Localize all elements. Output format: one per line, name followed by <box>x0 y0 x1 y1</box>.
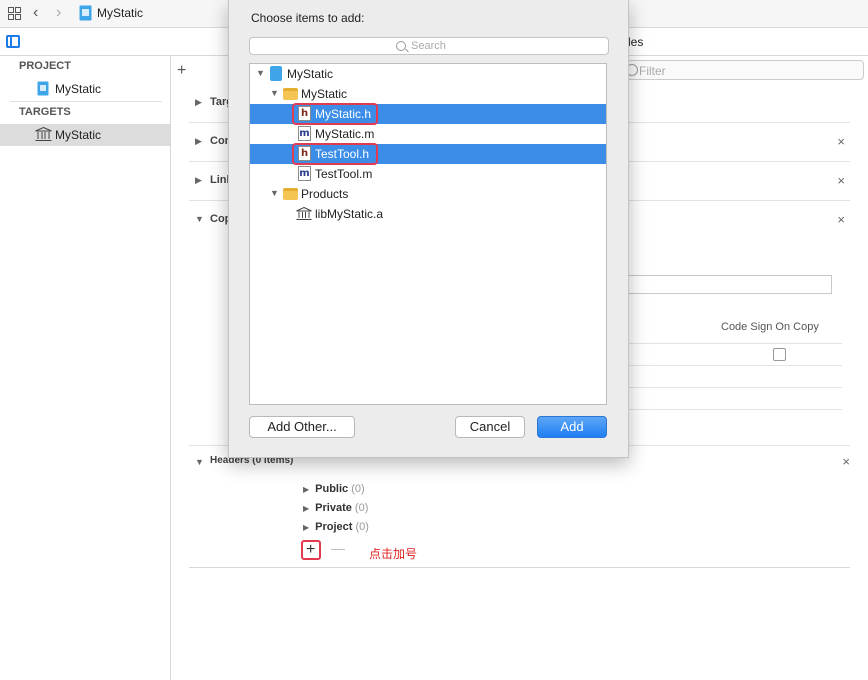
annotation-text: 点击加号 <box>369 547 418 561</box>
search-icon <box>396 41 406 51</box>
tree-row-project[interactable]: ▼ MyStatic <box>250 64 606 84</box>
headers-project[interactable]: ▶ Project (0) <box>303 521 369 533</box>
divider <box>10 101 162 102</box>
search-placeholder: Search <box>411 40 446 52</box>
add-header-button[interactable]: + <box>301 540 321 560</box>
project-file-icon <box>37 81 49 96</box>
folder-icon <box>283 188 298 200</box>
disclosure-down-icon[interactable]: ▼ <box>195 214 204 224</box>
close-icon[interactable]: × <box>842 454 850 469</box>
tree-row-file[interactable]: m MyStatic.m <box>250 124 606 144</box>
project-section-header: PROJECT <box>19 60 71 72</box>
tree-row-label: MyStatic <box>301 87 348 101</box>
disclosure-right-icon[interactable]: ▶ <box>303 523 309 532</box>
plus-icon: + <box>306 541 316 558</box>
library-icon <box>35 127 52 141</box>
disclosure-right-icon[interactable]: ▶ <box>195 136 202 147</box>
add-other-button[interactable]: Add Other... <box>249 416 355 438</box>
disclosure-down-icon[interactable]: ▼ <box>270 188 279 198</box>
disclosure-down-icon[interactable]: ▼ <box>256 68 265 78</box>
tree-row-label: MyStatic.m <box>315 127 375 141</box>
dialog-title: Choose items to add: <box>251 11 365 25</box>
divider <box>627 409 842 410</box>
search-input[interactable]: Search <box>249 37 609 55</box>
close-icon[interactable]: × <box>837 134 845 149</box>
filter-placeholder: Filter <box>639 64 666 78</box>
disclosure-right-icon[interactable]: ▶ <box>303 504 309 513</box>
grid-icon[interactable] <box>8 7 21 20</box>
disclosure-right-icon[interactable]: ▶ <box>195 175 202 186</box>
tree-row-label: TestTool.m <box>315 167 373 181</box>
cancel-button[interactable]: Cancel <box>455 416 525 438</box>
project-file-icon <box>270 66 282 81</box>
disclosure-right-icon[interactable]: ▶ <box>195 97 202 108</box>
disclosure-down-icon[interactable]: ▼ <box>270 88 279 98</box>
highlight-box <box>292 143 378 165</box>
headers-public[interactable]: ▶ Public (0) <box>303 483 365 495</box>
divider <box>627 343 842 344</box>
divider <box>627 387 842 388</box>
highlight-box <box>292 103 378 125</box>
sidebar-item-project[interactable]: MyStatic <box>0 78 170 100</box>
tree-row-group[interactable]: ▼ Products <box>250 184 606 204</box>
disclosure-right-icon[interactable]: ▶ <box>303 485 309 494</box>
project-sidebar: PROJECT MyStatic TARGETS MyStatic <box>0 56 171 680</box>
library-icon <box>296 207 312 220</box>
tab-partial[interactable]: les <box>628 35 643 49</box>
divider <box>189 567 850 568</box>
sidebar-item-target[interactable]: MyStatic <box>0 124 170 146</box>
tree-row-label: libMyStatic.a <box>315 207 384 221</box>
window-title: MyStatic <box>97 6 144 20</box>
sidebar-item-label: MyStatic <box>55 82 102 96</box>
source-file-icon: m <box>298 126 311 141</box>
file-tree: ▼ MyStatic ▼ MyStatic h MyStatic.h m MyS… <box>249 63 607 405</box>
add-button[interactable]: Add <box>537 416 607 438</box>
disclosure-down-icon[interactable]: ▼ <box>195 457 204 467</box>
tree-row-file[interactable]: libMyStatic.a <box>250 204 606 224</box>
divider <box>627 365 842 366</box>
headers-private[interactable]: ▶ Private (0) <box>303 502 368 514</box>
code-sign-column-header: Code Sign On Copy <box>721 321 819 333</box>
subpath-input[interactable] <box>627 275 832 294</box>
remove-header-button[interactable]: — <box>331 540 345 556</box>
add-phase-icon[interactable]: + <box>177 62 186 80</box>
filter-field[interactable]: Filter <box>622 60 864 80</box>
close-icon[interactable]: × <box>837 173 845 188</box>
close-icon[interactable]: × <box>837 212 845 227</box>
tree-row-group[interactable]: ▼ MyStatic <box>250 84 606 104</box>
choose-items-dialog: Choose items to add: Search ▼ MyStatic ▼… <box>228 0 629 458</box>
back-arrow-icon[interactable]: ‹ <box>33 4 38 22</box>
navigator-toggle-icon[interactable] <box>6 35 20 48</box>
folder-icon <box>283 88 298 100</box>
sidebar-item-label: MyStatic <box>55 128 102 142</box>
tree-row-file[interactable]: m TestTool.m <box>250 164 606 184</box>
project-file-icon <box>79 5 92 21</box>
tree-row-label: Products <box>301 187 349 201</box>
code-sign-checkbox[interactable] <box>773 348 786 361</box>
forward-arrow-icon[interactable]: › <box>56 4 61 22</box>
tree-row-label: MyStatic <box>287 67 334 81</box>
targets-section-header: TARGETS <box>19 106 71 118</box>
source-file-icon: m <box>298 166 311 181</box>
